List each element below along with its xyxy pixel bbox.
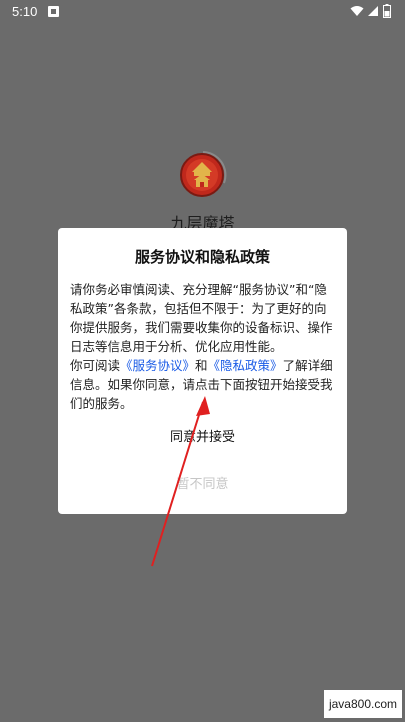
dialog-body: 请你务必审慎阅读、充分理解“服务协议”和“隐私政策”各条款，包括但不限于：为了更…: [70, 280, 336, 413]
dialog-paragraph-2-prefix: 你可阅读: [70, 358, 121, 373]
signal-icon: [368, 6, 378, 16]
app-logo-icon: [180, 151, 227, 197]
notification-icon: [48, 6, 59, 17]
battery-icon: [383, 4, 391, 18]
dialog-title: 服务协议和隐私政策: [134, 248, 270, 266]
wifi-icon: [350, 6, 364, 16]
service-agreement-link[interactable]: 《服务协议》: [120, 358, 195, 373]
status-time: 5:10: [12, 4, 38, 19]
status-bar: 5:10: [0, 0, 405, 24]
agree-button[interactable]: 同意并接受: [58, 424, 347, 452]
and-text: 和: [195, 358, 208, 373]
disagree-button[interactable]: 暂不同意: [58, 471, 347, 499]
watermark: java800.com: [324, 690, 402, 718]
privacy-policy-link[interactable]: 《隐私政策》: [208, 358, 283, 373]
privacy-dialog: 服务协议和隐私政策 请你务必审慎阅读、充分理解“服务协议”和“隐私政策”各条款，…: [58, 228, 347, 514]
dialog-paragraph-1: 请你务必审慎阅读、充分理解“服务协议”和“隐私政策”各条款，包括但不限于：为了更…: [70, 282, 333, 354]
